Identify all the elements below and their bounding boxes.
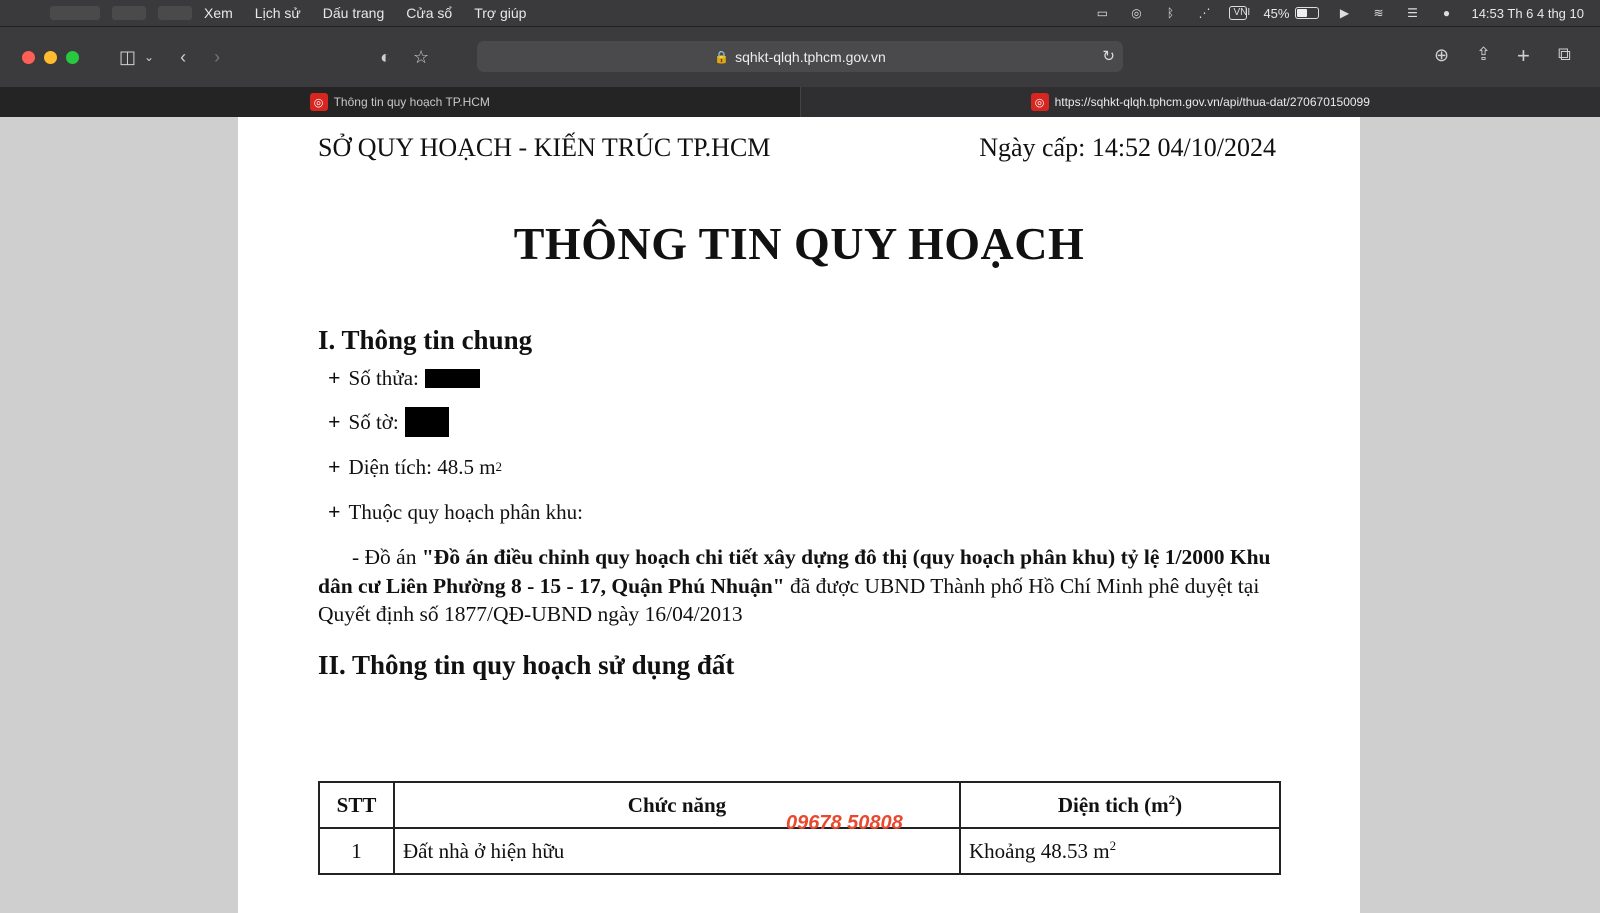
clock[interactable]: 14:53 Th 6 4 thg 10 bbox=[1471, 6, 1584, 21]
network-activity-icon[interactable]: ⋰ bbox=[1195, 6, 1213, 20]
project-paragraph: - Đồ án "Đồ án điều chỉnh quy hoạch chi … bbox=[318, 543, 1280, 629]
menu-window[interactable]: Cửa sổ bbox=[406, 5, 452, 21]
siri-icon[interactable]: ● bbox=[1437, 6, 1455, 20]
share-icon[interactable]: ⇪ bbox=[1476, 44, 1491, 65]
sheet-number-row: + Số tờ: bbox=[328, 407, 449, 437]
close-window-button[interactable] bbox=[22, 50, 35, 64]
plot-number-label: Số thửa: bbox=[348, 365, 419, 390]
planning-document: SỞ QUY HOẠCH - KIẾN TRÚC TP.HCM Ngày cấp… bbox=[238, 117, 1360, 913]
col-area-text: Diện tich (m bbox=[1057, 793, 1169, 817]
browser-toolbar: ◫ ⌄ ‹ › ◐ ☆ 🔒 sqhkt-qlqh.tphcm.gov.vn ↻ … bbox=[0, 26, 1600, 87]
plus-bullet: + bbox=[328, 409, 341, 434]
menu-history[interactable]: Lịch sử bbox=[255, 5, 301, 21]
page-viewport[interactable]: SỞ QUY HOẠCH - KIẾN TRÚC TP.HCM Ngày cấp… bbox=[0, 117, 1600, 913]
airdrop-icon[interactable]: ◎ bbox=[1127, 6, 1145, 20]
plus-bullet: + bbox=[328, 499, 341, 524]
sidebar-icon[interactable]: ◫ bbox=[119, 47, 136, 68]
project-prefix: - Đồ án bbox=[352, 545, 422, 569]
chevron-down-icon[interactable]: ⌄ bbox=[144, 50, 154, 64]
window-controls bbox=[22, 50, 79, 64]
section-land-use-heading: II. Thông tin quy hoạch sử dụng đất bbox=[318, 650, 735, 680]
address-bar[interactable]: 🔒 sqhkt-qlqh.tphcm.gov.vn ↻ bbox=[477, 41, 1123, 72]
menu-help[interactable]: Trợ giúp bbox=[474, 5, 526, 21]
download-icon[interactable]: ⊕ bbox=[1434, 45, 1449, 66]
lock-icon: 🔒 bbox=[714, 49, 730, 64]
back-icon[interactable]: ‹ bbox=[180, 47, 186, 68]
agency-name: SỞ QUY HOẠCH - KIẾN TRÚC TP.HCM bbox=[318, 133, 771, 162]
reload-icon[interactable]: ↻ bbox=[1102, 47, 1115, 65]
shield-icon[interactable]: ◐ bbox=[380, 47, 391, 68]
control-center-icon[interactable]: ☰ bbox=[1403, 6, 1421, 20]
phone-watermark: 09678 50808 bbox=[786, 812, 903, 834]
sheet-number-label: Số tờ: bbox=[348, 409, 399, 434]
wifi-icon[interactable]: ≋ bbox=[1369, 6, 1387, 20]
cell-area: Khoảng 48.53 m2 bbox=[959, 827, 1281, 875]
tab-title: Thông tin quy hoạch TP.HCM bbox=[333, 95, 490, 109]
plus-bullet: + bbox=[328, 365, 341, 390]
tab-api-thua-dat[interactable]: ◎ https://sqhkt-qlqh.tphcm.gov.vn/api/th… bbox=[799, 87, 1600, 117]
site-logo-icon: ◎ bbox=[1030, 93, 1049, 111]
blurred-menu bbox=[158, 6, 192, 20]
zone-row: + Thuộc quy hoạch phân khu: bbox=[328, 499, 583, 525]
menu-view[interactable]: Xem bbox=[204, 5, 233, 21]
plus-bullet: + bbox=[328, 454, 341, 479]
tab-planning-info[interactable]: ◎ Thông tin quy hoạch TP.HCM bbox=[0, 87, 800, 117]
tab-title: https://sqhkt-qlqh.tphcm.gov.vn/api/thua… bbox=[1054, 95, 1370, 109]
cell-area-superscript: 2 bbox=[1109, 838, 1117, 853]
zone-label: Thuộc quy hoạch phân khu: bbox=[348, 499, 583, 524]
area-label: Diện tích: 48.5 m bbox=[348, 454, 496, 479]
col-area-close: ) bbox=[1175, 793, 1183, 817]
input-method-indicator[interactable]: VNI bbox=[1229, 6, 1250, 20]
battery-status[interactable]: 45% bbox=[1263, 5, 1320, 21]
menu-bookmarks[interactable]: Dấu trang bbox=[323, 5, 384, 21]
area-row: + Diện tích: 48.5 m2 bbox=[328, 454, 502, 480]
battery-icon bbox=[1295, 7, 1320, 19]
battery-fill bbox=[1297, 9, 1308, 17]
cell-stt: 1 bbox=[318, 827, 395, 875]
col-stt-header: STT bbox=[318, 781, 395, 829]
bluetooth-icon[interactable]: ᛒ bbox=[1161, 6, 1179, 20]
url-text: sqhkt-qlqh.tphcm.gov.vn bbox=[735, 48, 886, 65]
battery-percent: 45% bbox=[1263, 5, 1290, 21]
area-superscript: 2 bbox=[495, 459, 503, 474]
plot-number-row: + Số thửa: bbox=[328, 365, 480, 391]
section-general-heading: I. Thông tin chung bbox=[318, 325, 533, 355]
site-logo-icon: ◎ bbox=[309, 93, 328, 111]
menu-bar: Xem Lịch sử Dấu trang Cửa sổ Trợ giúp ▭ … bbox=[0, 0, 1600, 26]
issue-date: Ngày cấp: 14:52 04/10/2024 bbox=[979, 133, 1276, 162]
minimize-window-button[interactable] bbox=[44, 50, 57, 64]
redacted-sheet-number bbox=[404, 407, 449, 437]
document-title: THÔNG TIN QUY HOẠCH bbox=[513, 218, 1085, 269]
tab-overview-icon[interactable]: ⧉ bbox=[1558, 44, 1571, 65]
forward-icon[interactable]: › bbox=[214, 47, 220, 68]
blurred-menu bbox=[112, 6, 146, 20]
redacted-plot-number bbox=[424, 368, 480, 388]
play-icon[interactable]: ▶ bbox=[1335, 6, 1353, 20]
blurred-app-menu bbox=[50, 6, 100, 20]
display-icon[interactable]: ▭ bbox=[1093, 6, 1111, 20]
star-icon[interactable]: ☆ bbox=[413, 47, 429, 68]
col-area-header: Diện tich (m2) bbox=[959, 781, 1281, 829]
cell-area-text: Khoảng 48.53 m bbox=[969, 839, 1110, 863]
new-tab-icon[interactable]: + bbox=[1517, 43, 1530, 69]
tab-bar: ◎ Thông tin quy hoạch TP.HCM ◎ https://s… bbox=[0, 87, 1600, 117]
zoom-window-button[interactable] bbox=[66, 50, 79, 64]
